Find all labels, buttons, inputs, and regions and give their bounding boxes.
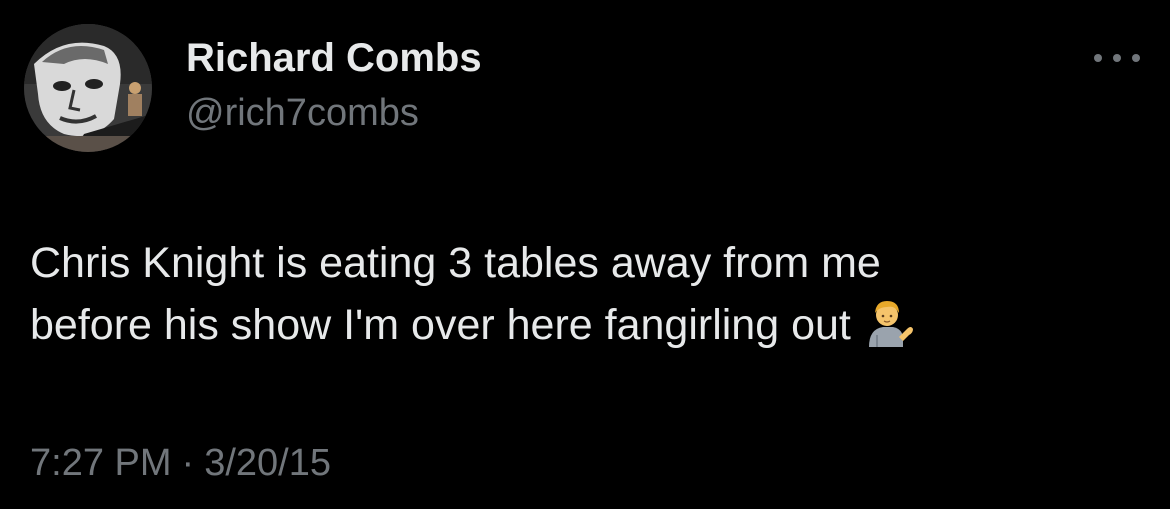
tweet-text-line: before his show I'm over here fangirling…: [30, 301, 851, 349]
more-dot: [1094, 54, 1102, 62]
more-dot: [1132, 54, 1140, 62]
author-display-name[interactable]: Richard Combs: [186, 36, 482, 81]
tweet-time: 7:27 PM: [30, 442, 172, 484]
person-tipping-hand-emoji-icon: [863, 295, 915, 347]
tweet-date: 3/20/15: [204, 442, 331, 484]
more-options-icon[interactable]: [1094, 44, 1140, 72]
tweet-card: Richard Combs @rich7combs Chris Knight i…: [0, 0, 1170, 509]
tweet-text: Chris Knight is eating 3 tables away fro…: [30, 232, 1130, 356]
author-handle[interactable]: @rich7combs: [186, 92, 419, 135]
tweet-text-line: Chris Knight is eating 3 tables away fro…: [30, 239, 881, 287]
profile-photo-icon[interactable]: [24, 24, 152, 152]
more-dot: [1113, 54, 1121, 62]
tweet-text-line-with-emoji: before his show I'm over here fangirling…: [30, 294, 1130, 356]
meta-separator: ·: [181, 442, 195, 484]
tweet-timestamp[interactable]: 7:27 PM · 3/20/15: [30, 442, 331, 485]
